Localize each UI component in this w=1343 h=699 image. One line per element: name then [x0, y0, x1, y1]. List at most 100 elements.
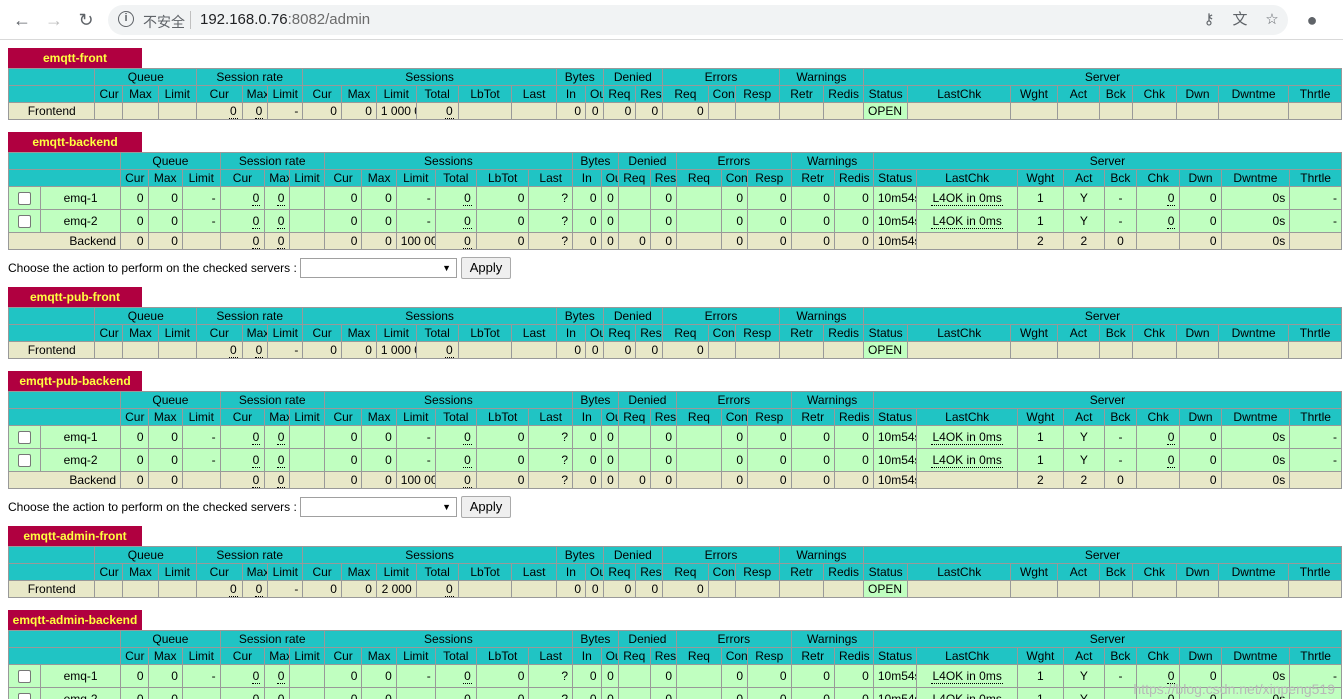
cell-value: 0: [463, 472, 472, 488]
cell-value: 0: [463, 190, 472, 206]
cell-value: -: [294, 103, 299, 118]
stat-cell-retr: 0: [790, 232, 835, 250]
stat-cell-resp: 0: [747, 687, 792, 699]
stat-cell-limit: 1 000 000: [375, 341, 417, 359]
stat-cell-status: OPEN: [862, 580, 909, 598]
cell-value: 0: [136, 429, 144, 444]
action-select[interactable]: ▼: [300, 258, 457, 278]
col-header-wght: Wght: [1017, 647, 1064, 665]
col-header-conn: Conn: [707, 563, 736, 581]
stat-cell-req: [617, 209, 651, 233]
apply-button[interactable]: Apply: [461, 257, 511, 279]
info-icon[interactable]: i: [118, 11, 134, 27]
back-button[interactable]: ←: [10, 8, 34, 32]
cell-value: 0s: [1272, 472, 1286, 487]
col-header-last: Last: [528, 647, 573, 665]
stat-cell-cur: 0: [323, 209, 363, 233]
stat-cell-max: 0: [361, 471, 397, 489]
col-header-status: Status: [862, 563, 909, 581]
col-header-cur: Cur: [94, 85, 124, 103]
stat-cell-max: 0: [147, 425, 183, 449]
stat-cell-cur: 0: [120, 448, 149, 472]
stat-cell-cur: 0: [120, 471, 149, 489]
stat-cell-limit: [289, 232, 325, 250]
cell-value: 0: [385, 452, 392, 467]
stat-cell-resp: 0: [747, 425, 792, 449]
action-select[interactable]: ▼: [300, 497, 457, 517]
cell-value: 0: [779, 429, 787, 444]
cell-value: 0: [591, 103, 599, 118]
reload-button[interactable]: ↻: [74, 8, 98, 32]
proxy-table: Queue Session rate Sessions Bytes Denied Erro…: [7, 152, 1343, 250]
group-header-queue: Queue: [94, 307, 198, 325]
stat-cell-max: 0: [361, 664, 397, 688]
stat-cell-retr: [778, 341, 825, 359]
col-header-cur: Cur: [219, 408, 266, 426]
group-header-denied: Denied: [602, 307, 664, 325]
server-checkbox[interactable]: [18, 669, 32, 683]
key-icon[interactable]: ⚷: [1199, 10, 1219, 30]
stat-cell-lastchk: L4OK in 0ms: [916, 448, 1018, 472]
col-header-max: Max: [241, 85, 269, 103]
stat-cell-limit: -: [181, 425, 221, 449]
stat-cell-max: 0: [147, 471, 183, 489]
col-header-total: Total: [434, 169, 477, 187]
col-header-bck: Bck: [1103, 169, 1137, 187]
forward-button[interactable]: →: [42, 8, 66, 32]
col-header-chk: Chk: [1135, 408, 1181, 426]
header-blank: [7, 647, 122, 665]
stat-cell-retr: 0: [790, 186, 835, 210]
col-header-dwntme: Dwntme: [1218, 85, 1290, 103]
cell-value: -: [426, 190, 431, 205]
stat-cell-redis: 0: [833, 186, 874, 210]
stat-cell-dwntme: [1218, 580, 1290, 598]
stat-cell-max: 0: [264, 471, 291, 489]
translate-icon[interactable]: 文: [1230, 10, 1250, 30]
stat-cell-lastchk: [907, 341, 1012, 359]
server-checkbox[interactable]: [18, 430, 32, 444]
header-blank: [7, 68, 96, 86]
apply-button[interactable]: Apply: [461, 496, 511, 518]
account-icon[interactable]: ●: [1302, 10, 1322, 30]
stat-cell-bck: [1098, 580, 1133, 598]
cell-value: 0: [607, 233, 614, 248]
group-header-queue: Queue: [120, 391, 221, 409]
stat-cell-limit: -: [395, 209, 436, 233]
stat-cell-out: 0: [600, 186, 619, 210]
group-header-warnings: Warnings: [790, 152, 874, 170]
server-checkbox[interactable]: [18, 214, 32, 228]
col-header-lastchk: LastChk: [916, 408, 1018, 426]
url-path: :8082/admin: [287, 11, 371, 28]
cell-value: 0: [651, 342, 659, 357]
group-header-queue: Queue: [120, 630, 221, 648]
cell-value: 0: [823, 190, 830, 205]
stat-cell-thrtle: -: [1289, 425, 1342, 449]
stat-cell-max: [122, 102, 159, 120]
stat-cell-cur: 0: [219, 687, 266, 699]
col-header-dwn: Dwn: [1179, 408, 1222, 426]
server-checkbox[interactable]: [18, 453, 32, 467]
cell-value: Y: [1079, 668, 1088, 683]
cell-value: 0: [276, 668, 286, 684]
stat-cell-last: ?: [528, 186, 573, 210]
stat-cell-act: Y: [1062, 687, 1105, 699]
server-name: emq-2: [40, 209, 122, 233]
group-header-warnings: Warnings: [790, 391, 874, 409]
url-text[interactable]: 192.168.0.76:8082/admin: [200, 11, 370, 28]
col-header-redis: Redis: [823, 563, 864, 581]
url-host: 192.168.0.76: [200, 11, 288, 28]
cell-value: -: [1118, 429, 1123, 444]
server-checkbox[interactable]: [18, 191, 32, 205]
cell-value: 0: [463, 668, 472, 684]
col-header-chk: Chk: [1135, 169, 1181, 187]
stat-cell-total: 0: [415, 341, 459, 359]
column-header-row: Cur Max Limit Cur Max Limit Cur Max Limit Total Lb…: [7, 563, 1342, 581]
star-icon[interactable]: ☆: [1262, 10, 1282, 30]
address-bar[interactable]: i 不安全 192.168.0.76:8082/admin: [108, 5, 1288, 35]
stat-cell-wght: 1: [1017, 425, 1064, 449]
group-header-sessions: Sessions: [302, 307, 557, 325]
server-checkbox[interactable]: [18, 692, 32, 699]
stat-cell-last: ?: [528, 687, 573, 699]
group-header-denied: Denied: [617, 630, 678, 648]
cell-value: 1: [1037, 668, 1044, 683]
